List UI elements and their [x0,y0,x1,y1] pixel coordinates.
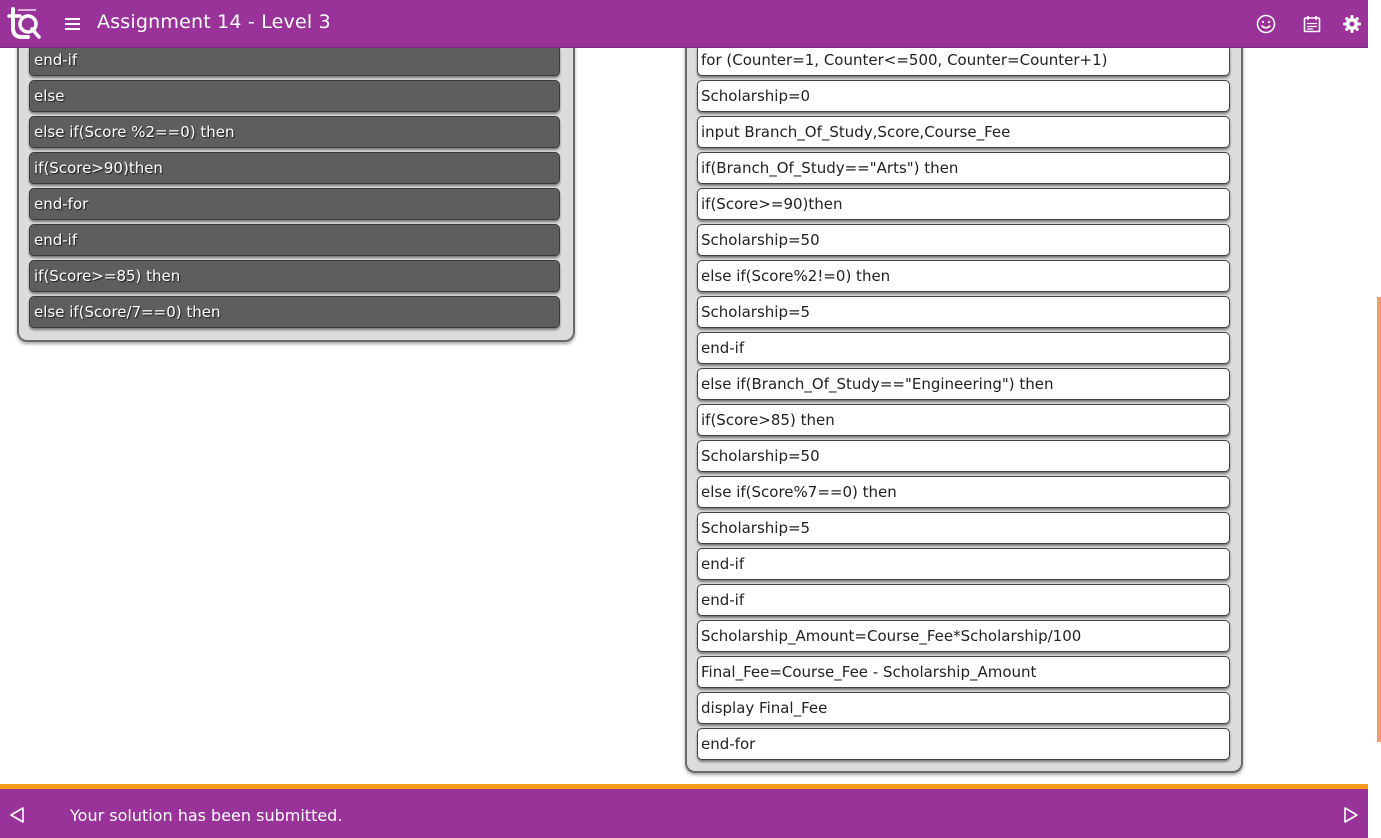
source-block[interactable]: if(Score>=85) then [29,260,560,292]
bottom-bar: Your solution has been submitted. [0,784,1368,838]
source-block[interactable]: end-if [29,224,560,256]
top-bar: Assignment 14 - Level 3 [0,0,1368,48]
solution-block[interactable]: display Final_Fee [697,692,1230,724]
source-block[interactable]: end-if [29,44,560,76]
smiley-icon[interactable] [1255,13,1277,35]
triangle-right-icon[interactable] [1342,805,1360,825]
solution-block[interactable]: if(Score>85) then [697,404,1230,436]
letsq-logo-icon[interactable] [6,6,42,42]
scrollbar-thumb[interactable] [1377,297,1381,742]
solution-block[interactable]: Scholarship_Amount=Course_Fee*Scholarshi… [697,620,1230,652]
hamburger-menu-icon[interactable] [63,15,83,33]
solution-block[interactable]: Scholarship=50 [697,224,1230,256]
solution-block[interactable]: end-if [697,332,1230,364]
source-blocks-panel: end-if else else if(Score %2==0) then if… [17,30,575,342]
status-message: Your solution has been submitted. [70,806,343,825]
source-block[interactable]: end-for [29,188,560,220]
solution-block[interactable]: Scholarship=0 [697,80,1230,112]
solution-block[interactable]: end-for [697,728,1230,760]
solution-block[interactable]: if(Branch_Of_Study=="Arts") then [697,152,1230,184]
solution-block[interactable]: Final_Fee=Course_Fee - Scholarship_Amoun… [697,656,1230,688]
solution-block[interactable]: end-if [697,548,1230,580]
solution-block[interactable]: else if(Branch_Of_Study=="Engineering") … [697,368,1230,400]
solution-block[interactable]: else if(Score%2!=0) then [697,260,1230,292]
source-block[interactable]: else if(Score/7==0) then [29,296,560,328]
page: end-if else else if(Score %2==0) then if… [0,0,1381,838]
solution-block[interactable]: Scholarship=50 [697,440,1230,472]
solution-blocks-panel: for (Counter=1, Counter<=500, Counter=Co… [685,30,1243,773]
solution-block[interactable]: end-if [697,584,1230,616]
calendar-icon[interactable] [1301,13,1323,35]
source-block[interactable]: else if(Score %2==0) then [29,116,560,148]
solution-block[interactable]: Scholarship=5 [697,296,1230,328]
source-block[interactable]: else [29,80,560,112]
gear-icon[interactable] [1341,13,1363,35]
solution-block[interactable]: else if(Score%7==0) then [697,476,1230,508]
solution-block[interactable]: input Branch_Of_Study,Score,Course_Fee [697,116,1230,148]
solution-block[interactable]: for (Counter=1, Counter<=500, Counter=Co… [697,44,1230,76]
source-block[interactable]: if(Score>90)then [29,152,560,184]
solution-block[interactable]: Scholarship=5 [697,512,1230,544]
solution-block[interactable]: if(Score>=90)then [697,188,1230,220]
page-title: Assignment 14 - Level 3 [97,11,331,33]
triangle-left-icon[interactable] [8,805,26,825]
